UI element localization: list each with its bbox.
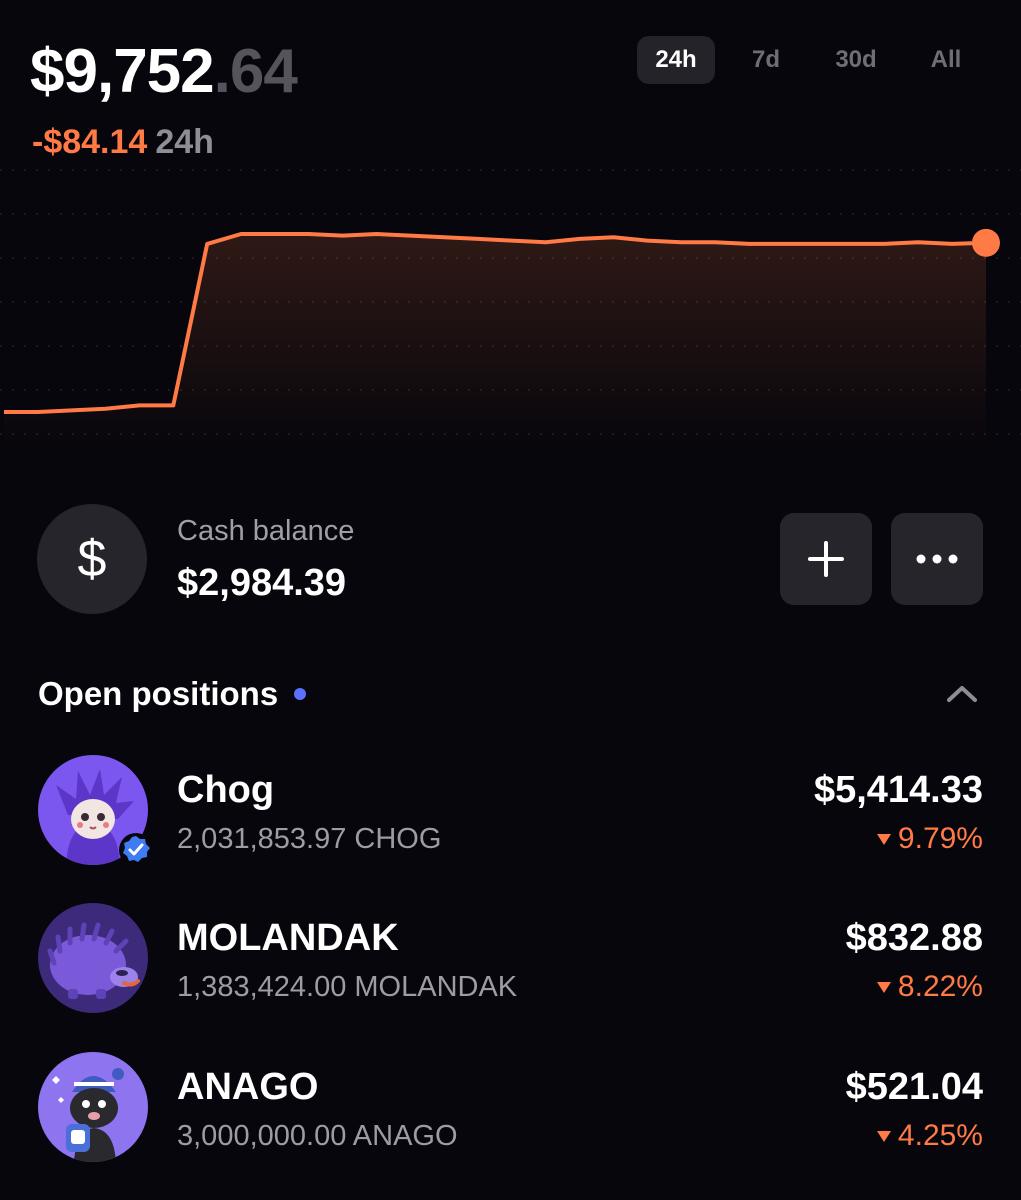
molandak-avatar: [38, 903, 148, 1013]
tab-all[interactable]: All: [907, 36, 985, 84]
balance-integer: $9,752: [30, 37, 215, 106]
chart-point: [35, 409, 41, 415]
position-amount: 1,383,424.00 MOLANDAK: [177, 971, 518, 1003]
position-change: 9.79%: [876, 821, 983, 857]
chart-point: [746, 241, 752, 247]
chart-point: [1, 409, 7, 415]
open-positions-title: Open positions: [38, 675, 279, 712]
portfolio-chart[interactable]: [0, 150, 1021, 450]
chart-point: [543, 239, 549, 245]
cash-balance-label: Cash balance: [177, 515, 355, 547]
cash-balance-value: $2,984.39: [177, 562, 347, 604]
position-name: Chog: [177, 769, 275, 811]
chart-point: [407, 233, 413, 239]
position-value: $5,414.33: [813, 769, 983, 811]
balance-decimal: .64: [213, 37, 298, 106]
chart-point: [678, 239, 684, 245]
verified-badge-icon: [119, 833, 153, 867]
position-row-anago[interactable]: ANAGO 3,000,000.00 ANAGO $521.04 4.25%: [0, 1052, 1021, 1172]
chart-point: [272, 231, 278, 237]
collapse-positions-button[interactable]: [940, 672, 984, 716]
position-change-value: 8.22%: [897, 970, 983, 1003]
portfolio-balance: $9,752.64: [30, 36, 298, 108]
chart-point: [509, 238, 515, 244]
chart-point: [644, 238, 650, 244]
chart-area: [4, 234, 986, 450]
down-triangle-icon: [876, 982, 891, 993]
chart-point: [136, 402, 142, 408]
position-change: 8.22%: [876, 969, 983, 1005]
position-change-value: 9.79%: [897, 822, 983, 855]
chart-current-point[interactable]: [972, 228, 1000, 257]
open-positions-heading: Open positions: [38, 674, 307, 714]
more-options-button[interactable]: [891, 513, 983, 605]
chart-point: [441, 234, 447, 240]
chart-point: [949, 241, 955, 247]
position-row-molandak[interactable]: MOLANDAK 1,383,424.00 MOLANDAK $832.88 8…: [0, 903, 1021, 1023]
chart-point: [103, 406, 109, 412]
chart-point: [814, 241, 820, 247]
status-dot: [294, 688, 307, 700]
chart-point: [915, 239, 921, 245]
chart-point: [881, 241, 887, 247]
chart-point: [204, 241, 210, 247]
range-tabs: 24h 7d 30d All: [637, 36, 985, 84]
position-amount: 2,031,853.97 CHOG: [177, 823, 442, 855]
chart-point: [69, 407, 75, 413]
chart-point: [373, 231, 379, 237]
tab-7d[interactable]: 7d: [727, 36, 805, 84]
tab-24h[interactable]: 24h: [637, 36, 715, 84]
chart-point: [306, 231, 312, 237]
chart-point: [780, 241, 786, 247]
anago-avatar: [38, 1052, 148, 1162]
down-triangle-icon: [876, 834, 891, 845]
chart-point: [238, 231, 244, 237]
chart-point: [170, 402, 176, 408]
position-name: MOLANDAK: [177, 917, 399, 959]
chart-point: [848, 241, 854, 247]
plus-icon: [808, 541, 844, 577]
chevron-up-icon: [947, 686, 977, 702]
add-cash-button[interactable]: [780, 513, 872, 605]
more-icon: [916, 554, 958, 564]
down-triangle-icon: [876, 1131, 891, 1142]
tab-30d[interactable]: 30d: [817, 36, 895, 84]
position-amount: 3,000,000.00 ANAGO: [177, 1120, 458, 1152]
chart-point: [475, 236, 481, 242]
chart-point: [577, 236, 583, 242]
position-change-value: 4.25%: [897, 1119, 983, 1152]
chart-point: [611, 234, 617, 240]
position-value: $832.88: [845, 917, 983, 959]
chart-point: [712, 239, 718, 245]
chart-point: [340, 233, 346, 239]
portfolio-screen: $9,752.64 -$84.14 24h 24h 7d 30d All $ Ca…: [0, 0, 1021, 1200]
position-change: 4.25%: [876, 1118, 983, 1154]
position-value: $521.04: [845, 1066, 983, 1108]
dollar-icon: $: [37, 504, 147, 614]
position-name: ANAGO: [177, 1066, 319, 1108]
